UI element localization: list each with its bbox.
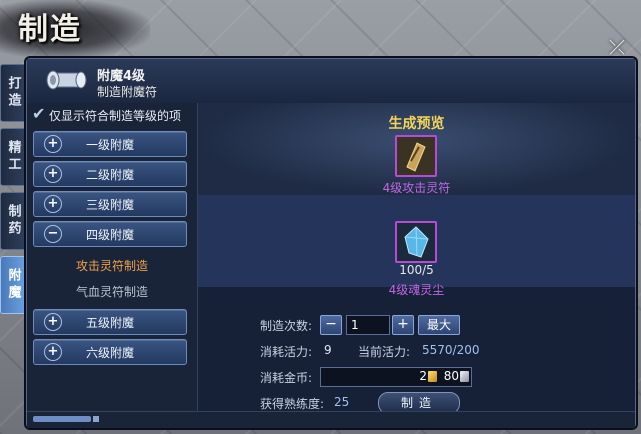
current-energy-label: 当前活力: xyxy=(358,345,411,359)
category-level-6[interactable]: + 六级附魔 xyxy=(33,339,187,365)
category-level-4[interactable]: − 四级附魔 xyxy=(33,221,187,247)
category-label: 六级附魔 xyxy=(86,346,135,360)
expand-plus-icon: + xyxy=(44,343,62,361)
product-slot[interactable] xyxy=(395,135,437,177)
tab-pharmacy[interactable]: 制药 xyxy=(0,192,26,250)
proficiency-label: 获得熟练度: xyxy=(260,397,325,411)
proficiency-value: 25 xyxy=(334,395,350,409)
material-slot[interactable] xyxy=(395,221,437,263)
expand-plus-icon: + xyxy=(44,195,62,213)
preview-title: 生成预览 xyxy=(388,116,445,132)
tab-enchant[interactable]: 附魔 xyxy=(0,256,26,314)
crystal-icon xyxy=(397,223,435,261)
gold-cost-label: 消耗金币: xyxy=(260,371,313,385)
max-button[interactable]: 最大 xyxy=(418,315,460,335)
expand-plus-icon: + xyxy=(44,135,62,153)
gold-cost-field: 2 80 xyxy=(320,367,472,387)
preview-area: 生成预览 4级攻击灵符 100/5 4级魂灵尘 制造次数: − 1 + 最大 消… xyxy=(198,103,635,414)
product-name: 4级攻击灵符 xyxy=(382,181,451,195)
gold-value: 2 xyxy=(419,369,427,383)
energy-cost-label: 消耗活力: xyxy=(260,345,313,359)
talisman-icon xyxy=(397,137,435,175)
window-title: 制造 xyxy=(18,12,82,47)
checkmark-icon[interactable]: ✔ xyxy=(32,104,45,123)
decrease-button[interactable]: − xyxy=(320,315,342,335)
gold-coin-icon xyxy=(428,371,437,382)
craft-panel: 附魔4级 制造附魔符 ✔ 仅显示符合制造等级的项 + 一级附魔 + 二级附魔 +… xyxy=(26,58,636,428)
scroll-handle[interactable] xyxy=(93,416,99,422)
material-count: 100/5 xyxy=(399,263,434,277)
side-tabs: 打造 精工 制药 附魔 xyxy=(0,64,26,320)
recipe-vitality-talisman[interactable]: 气血灵符制造 xyxy=(27,283,197,300)
filter-label: 仅显示符合制造等级的项 xyxy=(49,109,182,123)
item-name: 附魔4级 xyxy=(97,69,146,84)
expand-plus-icon: + xyxy=(44,313,62,331)
tab-forge[interactable]: 打造 xyxy=(0,64,26,122)
level-filter[interactable]: ✔ 仅显示符合制造等级的项 xyxy=(32,104,182,124)
bottom-scrollbar[interactable] xyxy=(27,411,635,428)
recipe-list: ✔ 仅显示符合制造等级的项 + 一级附魔 + 二级附魔 + 三级附魔 − 四级附… xyxy=(27,103,198,411)
category-label: 四级附魔 xyxy=(86,228,135,242)
category-level-2[interactable]: + 二级附魔 xyxy=(33,161,187,187)
craft-count-label: 制造次数: xyxy=(260,319,313,333)
craft-count-input[interactable]: 1 xyxy=(346,315,390,335)
energy-cost-value: 9 xyxy=(324,343,332,357)
scroll-item-icon xyxy=(46,70,87,90)
close-x-icon[interactable]: ⤫ xyxy=(606,36,628,58)
category-level-3[interactable]: + 三级附魔 xyxy=(33,191,187,217)
scroll-thumb[interactable] xyxy=(33,416,91,422)
material-name: 4级魂灵尘 xyxy=(388,283,445,297)
panel-header: 附魔4级 制造附魔符 xyxy=(27,59,635,104)
recipe-attack-talisman[interactable]: 攻击灵符制造 xyxy=(27,257,197,274)
collapse-minus-icon: − xyxy=(44,225,62,243)
category-label: 三级附魔 xyxy=(86,198,135,212)
category-label: 五级附魔 xyxy=(86,316,135,330)
silver-value: 80 xyxy=(443,369,459,383)
category-label: 二级附魔 xyxy=(86,168,135,182)
category-level-5[interactable]: + 五级附魔 xyxy=(33,309,187,335)
increase-button[interactable]: + xyxy=(392,315,414,335)
silver-coin-icon xyxy=(460,371,469,382)
tab-refine[interactable]: 精工 xyxy=(0,128,26,186)
expand-plus-icon: + xyxy=(44,165,62,183)
category-level-1[interactable]: + 一级附魔 xyxy=(33,131,187,157)
current-energy-value: 5570/200 xyxy=(422,343,480,357)
item-subtitle: 制造附魔符 xyxy=(97,85,158,99)
category-label: 一级附魔 xyxy=(86,138,135,152)
